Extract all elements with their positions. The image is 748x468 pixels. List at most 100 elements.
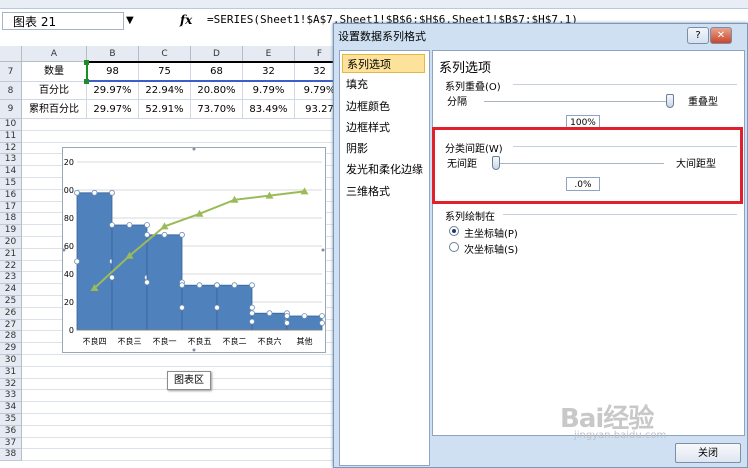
- cell-label[interactable]: 累积百分比: [22, 100, 87, 119]
- row-header[interactable]: 22: [0, 260, 22, 273]
- row-header[interactable]: 8: [0, 82, 22, 100]
- ribbon-strip: [0, 0, 748, 9]
- row-header[interactable]: 9: [0, 100, 22, 119]
- row-header[interactable]: 20: [0, 237, 22, 249]
- row-header[interactable]: 33: [0, 390, 22, 403]
- nav-item-glow[interactable]: 发光和柔化边缘: [342, 160, 425, 179]
- row-header[interactable]: 15: [0, 178, 22, 190]
- row-header[interactable]: 37: [0, 437, 22, 450]
- y-tick-label: 0: [69, 326, 74, 335]
- bar[interactable]: [111, 224, 148, 331]
- bar[interactable]: [76, 192, 113, 331]
- pareto-chart[interactable]: 020406080100120不良四不良三不良一不良五不良二不良六其他: [63, 148, 325, 352]
- row-header[interactable]: 31: [0, 366, 22, 379]
- fx-icon[interactable]: fx: [180, 13, 192, 27]
- row-header[interactable]: 7: [0, 62, 22, 82]
- row-header[interactable]: 16: [0, 189, 22, 202]
- x-tick-label: 不良六: [258, 336, 282, 346]
- bar-selection-handle: [284, 320, 290, 326]
- chevron-down-icon[interactable]: ▼: [126, 15, 134, 26]
- chart-resize-handle: [192, 148, 196, 151]
- row-header[interactable]: 38: [0, 449, 22, 462]
- row-header[interactable]: 30: [0, 355, 22, 367]
- row-gridline: [22, 129, 342, 131]
- row-header[interactable]: 11: [0, 130, 22, 143]
- bar[interactable]: [181, 284, 218, 331]
- row-header[interactable]: 18: [0, 213, 22, 226]
- row-gridline: [22, 141, 342, 143]
- y-tick-label: 20: [64, 298, 74, 307]
- row-header[interactable]: 24: [0, 284, 22, 296]
- nav-item-shadow[interactable]: 阴影: [342, 139, 425, 158]
- close-button[interactable]: 关闭: [675, 443, 741, 463]
- x-tick-label: 不良三: [118, 336, 142, 346]
- row-header[interactable]: 14: [0, 166, 22, 178]
- column-header[interactable]: A: [22, 46, 87, 62]
- secondary-axis-radio[interactable]: [449, 242, 459, 252]
- overlap-left-label: 分隔: [447, 97, 467, 108]
- row-header[interactable]: 23: [0, 272, 22, 285]
- row-header[interactable]: 35: [0, 414, 22, 426]
- row-header[interactable]: 12: [0, 142, 22, 155]
- select-all-corner[interactable]: [0, 46, 22, 62]
- column-header[interactable]: D: [191, 46, 243, 62]
- cell-label[interactable]: 百分比: [22, 82, 87, 100]
- primary-axis-radio[interactable]: [449, 226, 459, 236]
- help-button[interactable]: ?: [687, 27, 709, 44]
- watermark-url: jingyan.baidu.com: [574, 430, 667, 441]
- cell-label[interactable]: 数量: [22, 62, 87, 82]
- overlap-slider-track[interactable]: [484, 101, 670, 102]
- bar-selection-handle: [301, 313, 308, 319]
- nav-item-border-style[interactable]: 边框样式: [342, 118, 425, 137]
- close-icon[interactable]: ✕: [710, 27, 732, 44]
- y-tick-label: 120: [63, 158, 74, 167]
- bar-selection-handle: [109, 222, 115, 228]
- cell[interactable]: 20.80%: [191, 82, 243, 100]
- row-header[interactable]: 13: [0, 154, 22, 167]
- row-header[interactable]: 19: [0, 225, 22, 237]
- x-tick-label: 不良四: [83, 336, 107, 346]
- cell[interactable]: 83.49%: [243, 100, 295, 119]
- nav-item-series-options[interactable]: 系列选项: [342, 54, 425, 73]
- row-header[interactable]: 27: [0, 319, 22, 332]
- x-tick-label: 不良一: [153, 336, 177, 346]
- column-header[interactable]: E: [243, 46, 295, 62]
- row-header[interactable]: 10: [0, 119, 22, 131]
- range-handle[interactable]: [84, 60, 89, 65]
- row-gridline: [22, 436, 342, 438]
- row-header[interactable]: 21: [0, 248, 22, 261]
- row-header[interactable]: 36: [0, 425, 22, 438]
- row-gridline: [22, 413, 342, 414]
- name-box[interactable]: 图表 21: [2, 12, 124, 30]
- cell-selection: [86, 61, 344, 82]
- row-header[interactable]: 26: [0, 307, 22, 320]
- row-header[interactable]: 17: [0, 201, 22, 214]
- range-handle[interactable]: [84, 79, 89, 84]
- row-gridline: [22, 354, 342, 355]
- cell[interactable]: 73.70%: [191, 100, 243, 119]
- cell[interactable]: 9.79%: [243, 82, 295, 100]
- bar[interactable]: [146, 234, 183, 331]
- bar[interactable]: [216, 284, 253, 331]
- plot-on-label: 系列绘制在: [445, 212, 495, 223]
- bar-selection-handle: [179, 304, 185, 311]
- bar-selection-handle: [74, 189, 80, 196]
- row-header[interactable]: 25: [0, 296, 22, 308]
- nav-item-3d-format[interactable]: 三维格式: [342, 182, 425, 201]
- cell[interactable]: 29.97%: [87, 100, 139, 119]
- nav-item-fill[interactable]: 填充: [342, 75, 425, 94]
- row-header[interactable]: 28: [0, 331, 22, 344]
- overlap-slider-thumb[interactable]: [666, 94, 674, 108]
- nav-item-border-color[interactable]: 边框颜色: [342, 97, 425, 116]
- cell[interactable]: 52.91%: [139, 100, 191, 119]
- cell[interactable]: 22.94%: [139, 82, 191, 100]
- row-header[interactable]: 29: [0, 343, 22, 355]
- row-header[interactable]: 34: [0, 402, 22, 414]
- column-header[interactable]: C: [139, 46, 191, 62]
- secondary-axis-label: 次坐标轴(S): [464, 245, 519, 256]
- row-header[interactable]: 32: [0, 378, 22, 391]
- column-header[interactable]: B: [87, 46, 139, 62]
- bar-selection-handle: [74, 258, 80, 265]
- cell[interactable]: 29.97%: [87, 82, 139, 100]
- chart-area[interactable]: 020406080100120不良四不良三不良一不良五不良二不良六其他: [62, 147, 326, 353]
